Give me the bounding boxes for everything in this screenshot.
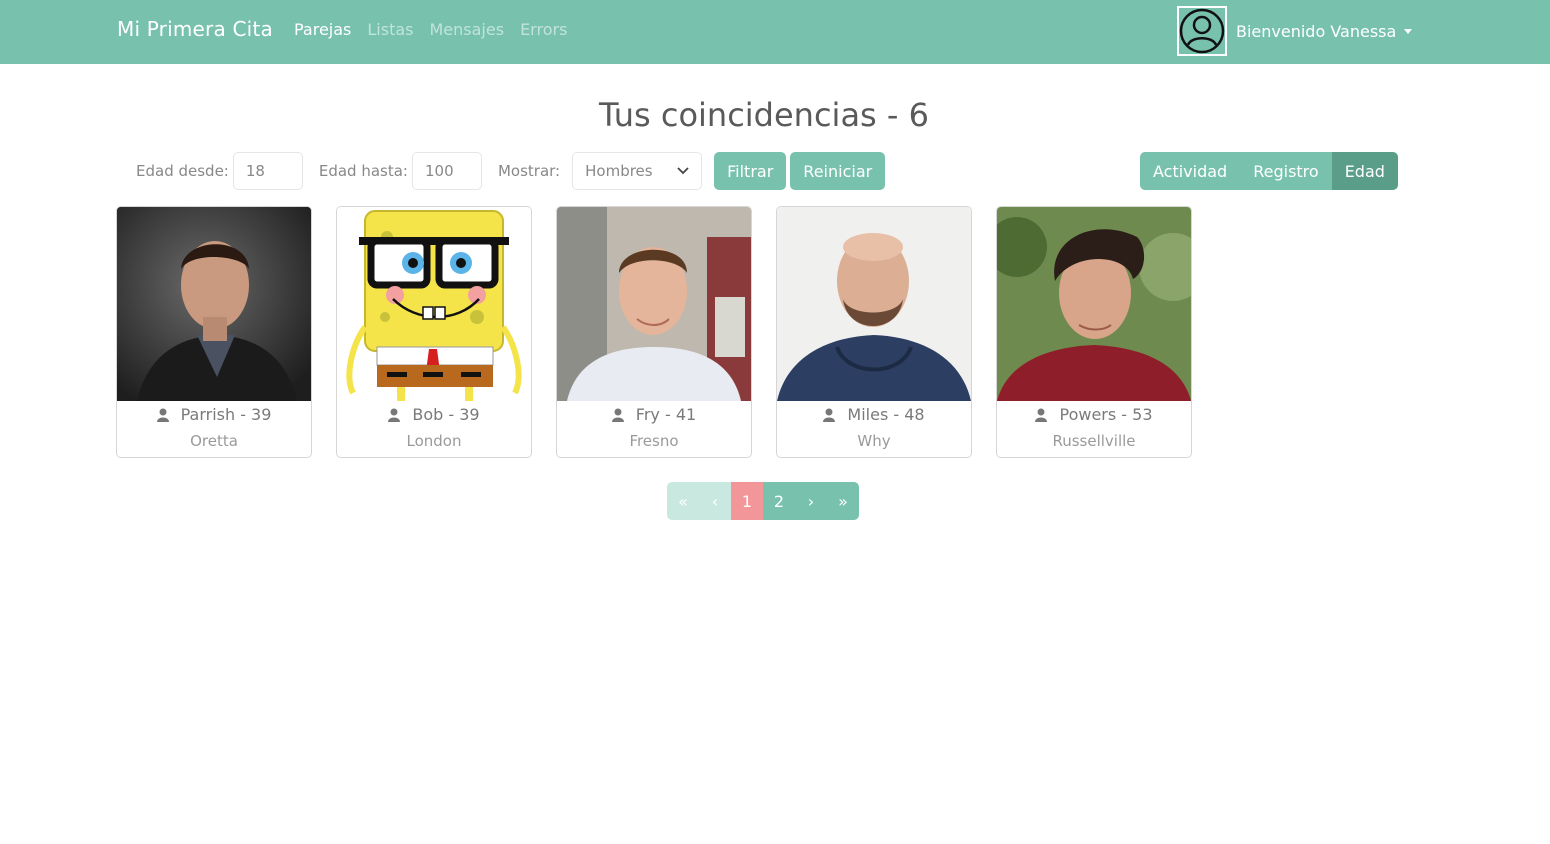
sort-created-button[interactable]: Registro: [1240, 152, 1332, 190]
member-name-age: Miles - 48: [847, 405, 925, 424]
reset-button[interactable]: Reiniciar: [790, 152, 886, 190]
nav-link-parejas[interactable]: Parejas: [294, 20, 351, 39]
member-photo[interactable]: [557, 207, 751, 401]
member-card[interactable]: Powers - 53 Russellville: [996, 206, 1192, 458]
member-name-age: Bob - 39: [412, 405, 480, 424]
page-title: Tus coincidencias - 6: [599, 96, 929, 134]
page-first-button[interactable]: «: [667, 482, 699, 520]
chevron-down-icon: [677, 167, 689, 175]
member-city: Fresno: [629, 432, 679, 450]
user-icon: [611, 408, 624, 422]
page-next-button[interactable]: ›: [795, 482, 827, 520]
member-card[interactable]: Parrish - 39 Oretta: [116, 206, 312, 458]
nav-link-errors[interactable]: Errors: [520, 20, 567, 39]
nav-link-listas[interactable]: Listas: [367, 20, 413, 39]
user-circle-icon: [1179, 8, 1225, 54]
top-navbar: Mi Primera Cita Parejas Listas Mensajes …: [0, 0, 1550, 64]
max-age-label: Edad hasta:: [318, 162, 408, 180]
member-name-age: Powers - 53: [1059, 405, 1153, 424]
member-city: Why: [857, 432, 891, 450]
member-card[interactable]: Miles - 48 Why: [776, 206, 972, 458]
member-name-age: Fry - 41: [635, 405, 697, 424]
sort-age-button[interactable]: Edad: [1331, 152, 1398, 190]
gender-select[interactable]: Hombres: [572, 152, 703, 190]
welcome-text: Bienvenido Vanessa: [1236, 21, 1397, 41]
nav-link-mensajes[interactable]: Mensajes: [430, 20, 505, 39]
avatar[interactable]: [1177, 6, 1227, 56]
gender-select-value: Hombres: [585, 162, 653, 180]
member-city: London: [406, 432, 462, 450]
member-list: Parrish - 39 Oretta Bob - 39 London Fry …: [116, 206, 1192, 458]
page-number-2[interactable]: 2: [763, 482, 795, 520]
user-icon: [156, 408, 169, 422]
min-age-input[interactable]: [232, 152, 303, 190]
user-icon: [388, 408, 401, 422]
member-card[interactable]: Fry - 41 Fresno: [556, 206, 752, 458]
pagination: « ‹ 1 2 › »: [667, 482, 859, 520]
page-number-1[interactable]: 1: [731, 482, 763, 520]
sort-activity-button[interactable]: Actividad: [1140, 152, 1241, 190]
member-city: Russellville: [1052, 432, 1136, 450]
user-icon: [1035, 408, 1048, 422]
user-menu[interactable]: Bienvenido Vanessa: [1177, 6, 1413, 56]
show-label: Mostrar:: [497, 162, 561, 180]
caret-down-icon: [1404, 28, 1413, 34]
welcome-dropdown[interactable]: Bienvenido Vanessa: [1236, 21, 1413, 41]
max-age-input[interactable]: [411, 152, 482, 190]
member-photo[interactable]: [997, 207, 1191, 401]
filter-button[interactable]: Filtrar: [714, 152, 787, 190]
page-prev-button[interactable]: ‹: [699, 482, 731, 520]
main-nav: Parejas Listas Mensajes Errors: [294, 20, 583, 39]
member-city: Oretta: [190, 432, 238, 450]
member-photo[interactable]: [117, 207, 311, 401]
member-card[interactable]: Bob - 39 London: [336, 206, 532, 458]
sort-button-group: Actividad Registro Edad: [1140, 152, 1398, 190]
member-photo[interactable]: [777, 207, 971, 401]
filter-form: Edad desde: Edad hasta: Mostrar: Hombres…: [136, 152, 889, 190]
brand-link[interactable]: Mi Primera Cita: [117, 17, 273, 41]
user-icon: [823, 408, 836, 422]
min-age-label: Edad desde:: [136, 162, 229, 180]
page-last-button[interactable]: »: [827, 482, 859, 520]
member-name-age: Parrish - 39: [180, 405, 272, 424]
member-photo[interactable]: [337, 207, 531, 401]
